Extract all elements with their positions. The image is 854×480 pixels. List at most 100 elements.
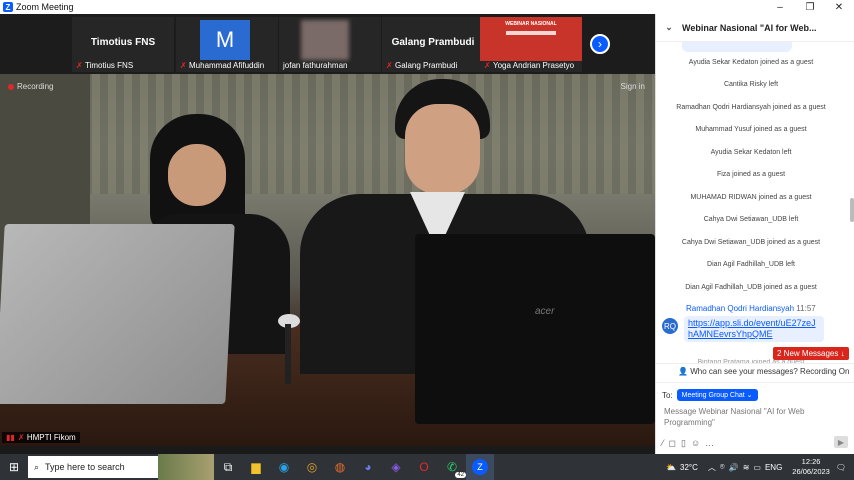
participant-tile[interactable]: Timotius FNS ✗ Timotius FNS <box>72 17 174 72</box>
participant-tile[interactable]: M ✗ Muhammad Afifuddin <box>176 17 278 72</box>
participant-tile[interactable]: jofan fathurahman <box>279 17 381 72</box>
participant-label: Muhammad Afifuddin <box>189 61 265 70</box>
discord-icon[interactable]: ◕ <box>354 454 382 480</box>
system-message: Cahya Dwi Setiawan_UDB left <box>703 216 799 223</box>
participant-label: Yoga Andrian Prasetyo <box>493 61 575 70</box>
windows-start-icon[interactable]: ⊞ <box>0 454 28 480</box>
emoji-icon[interactable]: ☺ <box>691 438 700 449</box>
weather-icon: ⛅ <box>666 462 677 472</box>
zoom-taskbar-icon[interactable]: Z <box>466 454 494 480</box>
participant-label: Timotius FNS <box>85 61 134 70</box>
taskbar-search[interactable]: ⌕ Type here to search <box>28 456 158 478</box>
muted-mic-icon: ✗ <box>76 60 83 70</box>
signal-icon: ▮▮ <box>6 433 15 442</box>
volume-icon[interactable]: 🔊 <box>729 463 739 472</box>
arrow-down-icon: ↓ <box>840 349 845 358</box>
notification-icon[interactable]: 🗨 <box>836 463 846 472</box>
chevron-right-icon: › <box>598 37 602 51</box>
weather-temp[interactable]: 32°C <box>680 463 698 472</box>
chevron-down-icon: ⌄ <box>746 392 753 399</box>
format-icon[interactable]: ⁄ <box>662 438 664 449</box>
system-message: Cantika Risky left <box>723 81 779 88</box>
title-bar: Z Zoom Meeting – ❐ ✕ <box>0 0 854 14</box>
main-video: acer Recording Sign in ▮▮ ✗ HMPTI Fikom <box>0 74 655 446</box>
chrome-icon[interactable]: ◎ <box>298 454 326 480</box>
system-message: Dian Agil Fadhillah_UDB joined as a gues… <box>685 284 817 291</box>
composer-toolbar: ⁄ ◻ ▯ ☺ … <box>662 438 714 449</box>
battery-icon[interactable]: ▭ <box>753 463 761 472</box>
search-icon: ⌕ <box>34 461 40 472</box>
taskbar: ⊞ ⌕ Type here to search ⧉ ▆ ◉ ◎ ◍ ◕ ◈ O ✆… <box>0 454 854 480</box>
avatar: M <box>200 20 250 60</box>
system-message: Dian Agil Fadhillah_UDB left <box>707 261 795 268</box>
recipient-select[interactable]: Meeting Group Chat ⌄ <box>676 389 758 401</box>
notification-badge: 42 <box>455 472 466 478</box>
minimize-button[interactable]: – <box>765 0 795 14</box>
participant-tile[interactable]: WEBINAR NASIONAL ✗ Yoga Andrian Prasetyo <box>480 17 582 72</box>
recipient-bar: To: Meeting Group Chat ⌄ <box>662 389 758 401</box>
participant-tile[interactable]: Galang Prambudi ✗ Galang Prambudi <box>382 17 484 72</box>
participant-label: Galang Prambudi <box>395 61 458 70</box>
banner-text: WEBINAR NASIONAL <box>505 21 557 27</box>
task-view-icon[interactable]: ⧉ <box>214 454 242 480</box>
speaker-name-chip: ▮▮ ✗ HMPTI Fikom <box>2 432 80 443</box>
zoom-window: Z Zoom Meeting – ❐ ✕ Timotius FNS ✗ Timot… <box>0 0 854 480</box>
webinar-banner: WEBINAR NASIONAL <box>480 17 582 61</box>
language-indicator[interactable]: ENG <box>765 463 782 472</box>
more-icon[interactable]: … <box>705 438 714 449</box>
avatar: RQ <box>662 318 678 334</box>
file-explorer-icon[interactable]: ▆ <box>242 454 270 480</box>
close-button[interactable]: ✕ <box>824 0 854 14</box>
window-title: Zoom Meeting <box>16 2 74 12</box>
chevron-down-icon[interactable]: ⌄ <box>656 22 682 33</box>
message-link[interactable]: https://app.sli.do/event/uE27zeJhAMNEevr… <box>684 316 824 342</box>
system-message: Ayudia Sekar Kedaton left <box>710 149 792 156</box>
participant-name: Galang Prambudi <box>391 37 475 48</box>
maximize-button[interactable]: ❐ <box>795 0 825 14</box>
muted-mic-icon: ✗ <box>17 432 25 442</box>
firefox-icon[interactable]: ◍ <box>326 454 354 480</box>
muted-mic-icon: ✗ <box>180 60 187 70</box>
system-tray: ⛅ 32°C ︿ ⌾ 🔊 ≋ ▭ ENG 12:26 26/06/2023 🗨 <box>666 454 854 480</box>
edge-icon[interactable]: ◉ <box>270 454 298 480</box>
chevron-up-icon[interactable]: ︿ <box>708 462 716 473</box>
chat-title: Webinar Nasional "AI for Web... <box>682 22 817 33</box>
recording-indicator: Recording <box>8 82 53 91</box>
people-icon: 👤 <box>678 367 688 376</box>
next-page-button[interactable]: › <box>590 34 610 54</box>
app-icon[interactable]: ◈ <box>382 454 410 480</box>
chat-scrollbar[interactable] <box>850 198 854 222</box>
sign-in-link[interactable]: Sign in <box>621 82 645 91</box>
participant-strip: Timotius FNS ✗ Timotius FNS M ✗ Muhammad A… <box>0 14 655 74</box>
message-input[interactable]: Message Webinar Nasional "AI for Web Pro… <box>664 406 824 428</box>
muted-mic-icon: ✗ <box>484 60 491 70</box>
system-message: Ayudia Sekar Kedaton joined as a guest <box>688 59 814 66</box>
zoom-logo-icon: Z <box>3 2 13 12</box>
visibility-note[interactable]: 👤 Who can see your messages? Recording O… <box>678 367 849 376</box>
message-sender: Ramadhan Qodri Hardiansyah <box>686 304 795 313</box>
file-icon[interactable]: ▯ <box>681 438 686 449</box>
system-message: MUHAMAD RIDWAN joined as a guest <box>690 194 812 201</box>
new-messages-button[interactable]: 2 New Messages ↓ <box>773 347 849 360</box>
wifi-icon[interactable]: ≋ <box>743 463 750 472</box>
participant-name: Timotius FNS <box>90 37 156 48</box>
screenshot-icon[interactable]: ◻ <box>669 438 676 449</box>
network-icon[interactable]: ⌾ <box>720 462 725 472</box>
system-message: Ramadhan Qodri Hardiansyah joined as a g… <box>676 104 826 111</box>
whatsapp-icon[interactable]: ✆ 42 <box>438 454 466 480</box>
chat-panel: ⌄ Webinar Nasional "AI for Web... Ayudia… <box>655 14 854 454</box>
video-thumbnail <box>301 20 349 60</box>
search-highlight-image <box>158 454 214 480</box>
send-button[interactable]: ▶ <box>834 436 848 448</box>
message-time: 11:57 <box>796 304 816 313</box>
chat-header: ⌄ Webinar Nasional "AI for Web... <box>656 14 854 42</box>
opera-icon[interactable]: O <box>410 454 438 480</box>
system-message: Muhammad Yusuf joined as a guest <box>695 126 807 133</box>
clock[interactable]: 12:26 26/06/2023 <box>792 457 830 477</box>
previous-message-stub <box>682 42 792 52</box>
system-message: Cahya Dwi Setiawan_UDB joined as a guest <box>681 239 821 246</box>
muted-mic-icon: ✗ <box>386 60 393 70</box>
laptop-right: acer <box>415 234 655 424</box>
record-dot-icon <box>8 83 14 90</box>
send-icon: ▶ <box>837 437 845 447</box>
